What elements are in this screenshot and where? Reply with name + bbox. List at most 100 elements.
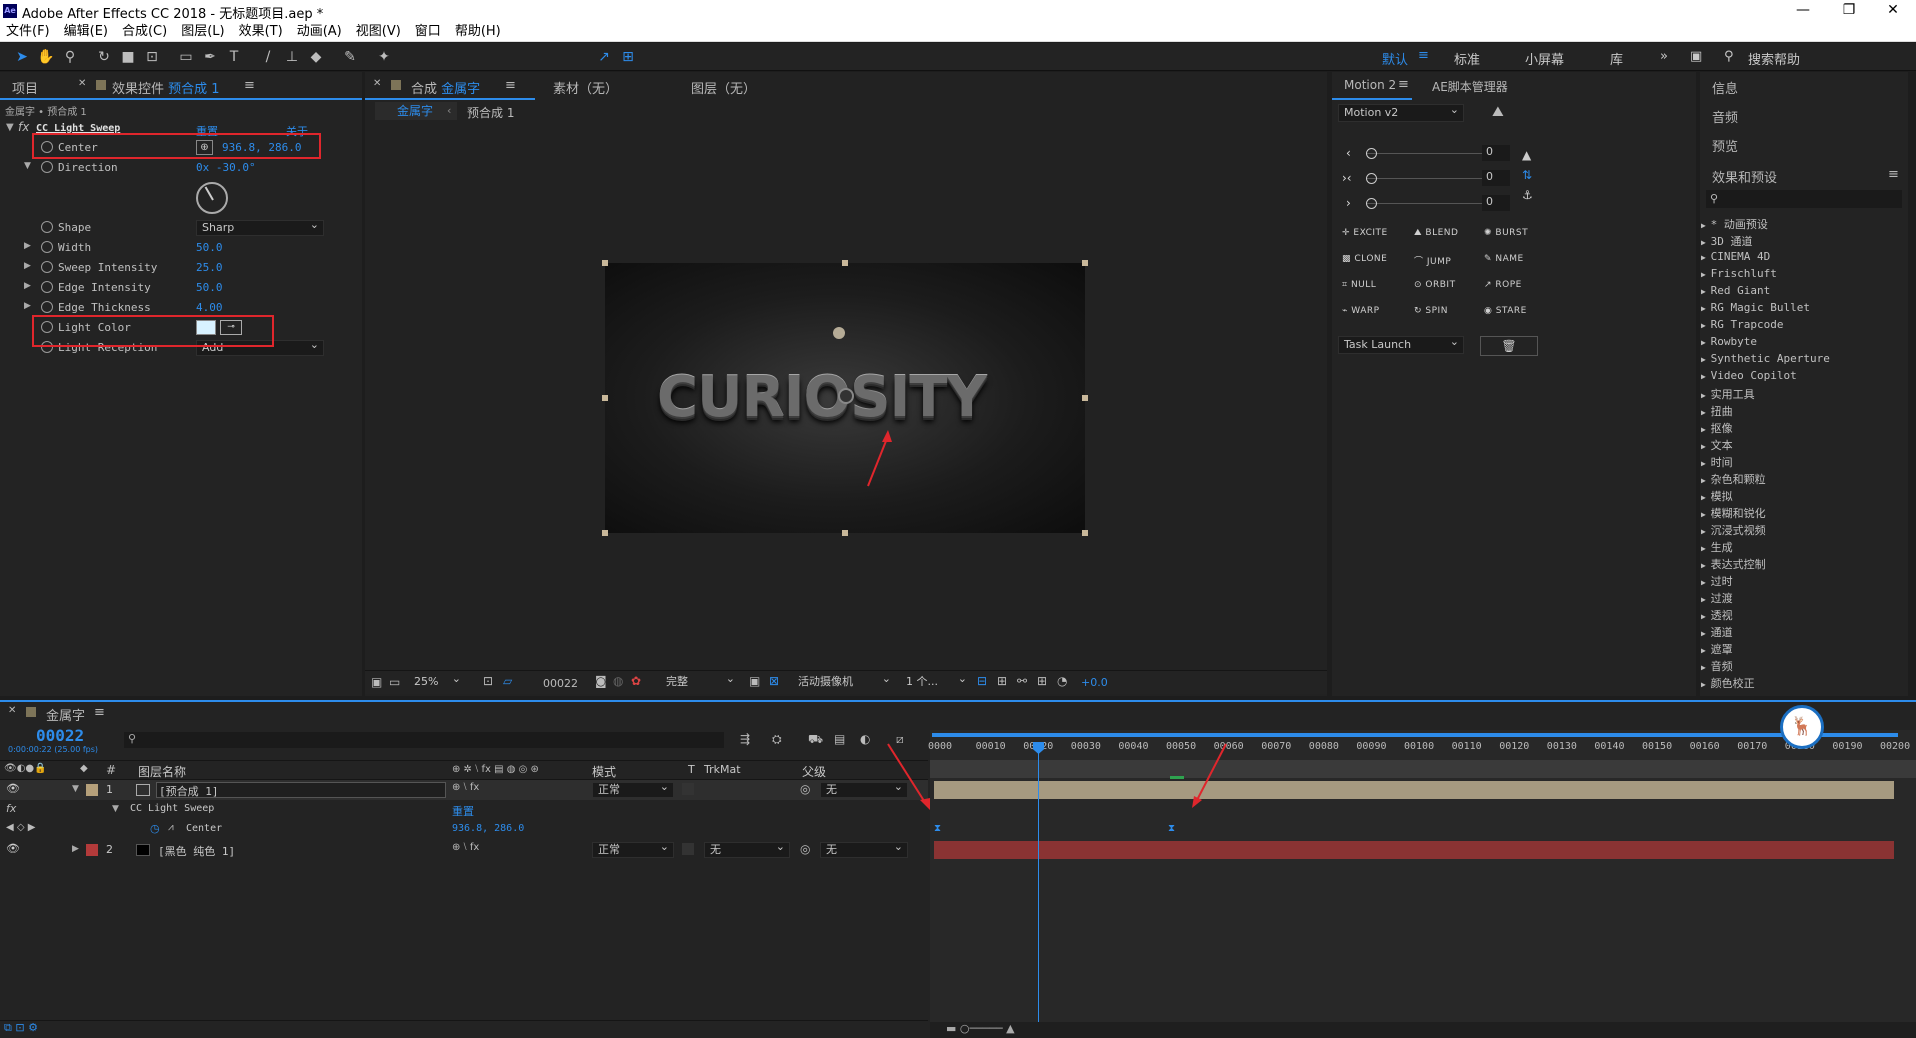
effects-category-item[interactable]: ▶ 过时 — [1701, 573, 1733, 589]
expand-icon[interactable]: ▶ — [1701, 372, 1711, 381]
effects-category-item[interactable]: ▶ 透视 — [1701, 607, 1733, 623]
camera-tool-icon[interactable]: ■ — [118, 47, 138, 67]
snapshot-icon[interactable]: ◙ — [595, 674, 607, 688]
panel-menu-icon[interactable]: ≡ — [244, 78, 255, 93]
workspace-default[interactable]: 默认 — [1382, 49, 1408, 68]
layer-row-2[interactable]: 👁 ▶ 2 [黑色 纯色 1] ⊕ ⧵ fx 正常 无 ◎ 无 — [0, 840, 928, 860]
channel-icon[interactable]: ✿ — [631, 674, 641, 688]
effects-category-item[interactable]: ▶ 表达式控制 — [1701, 556, 1766, 572]
name-button[interactable]: ✎ NAME — [1484, 254, 1524, 264]
rotate-tool-icon[interactable]: ↻ — [94, 47, 114, 67]
slider-knob[interactable] — [1366, 198, 1377, 209]
spin-button[interactable]: ↻ SPIN — [1414, 306, 1448, 316]
layer-switches[interactable]: ⊕ ⧵ fx — [452, 782, 479, 793]
effects-category-item[interactable]: ▶ 遮罩 — [1701, 641, 1733, 657]
expand-icon[interactable]: ▶ — [1701, 355, 1711, 364]
effects-category-item[interactable]: ▶ 文本 — [1701, 437, 1733, 453]
layer-name[interactable]: [黑色 纯色 1] — [158, 843, 235, 859]
effects-category-item[interactable]: ▶ * 动画预设 — [1701, 216, 1768, 232]
effect-row-name[interactable]: CC Light Sweep — [130, 803, 214, 814]
effects-category-item[interactable]: ▶ Frischluft — [1701, 267, 1777, 280]
pen-tool-icon[interactable]: ✒ — [200, 47, 220, 67]
expand-icon[interactable]: ▶ — [1701, 253, 1711, 262]
timeline-zoom-slider[interactable]: ▬ ○───── ▲ — [930, 1022, 1916, 1038]
comp-flowchart-icon[interactable]: ⊞ — [1037, 674, 1047, 688]
layer-1-duration-bar[interactable] — [934, 781, 1894, 799]
transform-handle[interactable] — [1082, 260, 1088, 266]
effects-category-item[interactable]: ▶ 过渡 — [1701, 590, 1733, 606]
effect-center-point[interactable] — [833, 327, 845, 339]
show-snapshot-icon[interactable]: ◍ — [613, 674, 623, 688]
menu-file[interactable]: 文件(F) — [6, 22, 50, 42]
toggle-grid-icon[interactable]: ⊠ — [769, 674, 779, 688]
fast-preview-icon[interactable]: ▣ — [749, 674, 760, 688]
timeline-icon[interactable]: ⚯ — [1017, 674, 1027, 688]
menu-effect[interactable]: 效果(T) — [239, 22, 283, 42]
frame-blending-icon[interactable]: ▤ — [834, 732, 845, 746]
effects-category-item[interactable]: ▶ 生成 — [1701, 539, 1733, 555]
keyframe-icon[interactable]: ⧗ — [934, 823, 941, 834]
stopwatch-icon[interactable] — [41, 241, 53, 253]
type-tool-icon[interactable]: T — [224, 47, 244, 67]
search-help-input[interactable]: 搜索帮助 — [1748, 49, 1800, 68]
panel-menu-icon[interactable]: ≡ — [505, 78, 516, 93]
clone-stamp-tool-icon[interactable]: ⊥ — [282, 47, 302, 67]
expand-icon[interactable]: ▼ — [72, 784, 79, 794]
transform-handle[interactable] — [602, 260, 608, 266]
expand-icon[interactable]: ▶ — [1701, 578, 1711, 587]
blend-button[interactable]: ⛰ BLEND — [1414, 228, 1458, 238]
tab-timeline-comp[interactable]: 金属字 — [46, 705, 85, 724]
slider-value[interactable]: 0 — [1482, 195, 1510, 211]
expand-icon[interactable]: ▶ — [1701, 459, 1711, 468]
menu-layer[interactable]: 图层(L) — [181, 22, 224, 42]
center-prop-value[interactable]: 936.8, 286.0 — [452, 823, 524, 834]
transform-handle[interactable] — [1082, 395, 1088, 401]
excite-button[interactable]: ✛ EXCITE — [1342, 228, 1388, 238]
panel-menu-icon[interactable]: ≡ — [1888, 167, 1899, 182]
expand-icon[interactable]: ▶ — [1701, 238, 1711, 247]
rocket-icon[interactable]: ▲ — [1522, 148, 1531, 162]
tab-effect-controls[interactable]: 效果控件 预合成 1 — [112, 78, 220, 97]
tab-composition[interactable]: 合成 金属字 — [411, 78, 480, 97]
panel-preview[interactable]: 预览 — [1712, 136, 1738, 155]
tab-footage[interactable]: 素材（无） — [553, 78, 618, 97]
fx-icon[interactable]: fx — [18, 120, 29, 134]
panel-audio[interactable]: 音频 — [1712, 107, 1738, 126]
keyframe-icon[interactable]: ⧗ — [1168, 823, 1175, 834]
warp-button[interactable]: ⌁ WARP — [1342, 306, 1380, 316]
effect-expand-icon[interactable]: ▼ — [6, 122, 14, 133]
exposure-value[interactable]: +0.0 — [1081, 676, 1108, 689]
fx-icon[interactable]: fx — [6, 802, 16, 815]
link-icon[interactable]: ⇅ — [1522, 168, 1532, 182]
expand-icon[interactable]: ▶ — [1701, 476, 1711, 485]
expand-icon[interactable]: ▶ — [72, 844, 79, 854]
menu-animation[interactable]: 动画(A) — [297, 22, 342, 42]
layer-trkmat-dropdown[interactable]: 无 — [704, 840, 790, 858]
visibility-eye-icon[interactable]: 👁 — [6, 842, 20, 855]
effects-category-item[interactable]: ▶ RG Trapcode — [1701, 318, 1784, 331]
selection-tool-icon[interactable]: ➤ — [12, 47, 32, 67]
layer-search-input[interactable]: ⚲ — [124, 732, 724, 748]
effects-category-item[interactable]: ▶ 沉浸式视频 — [1701, 522, 1766, 538]
clone-button[interactable]: ▩ CLONE — [1342, 254, 1387, 264]
slider-value[interactable]: 0 — [1482, 170, 1510, 186]
task-launch-dropdown[interactable]: Task Launch — [1338, 334, 1464, 354]
prop-value[interactable]: 4.00 — [196, 301, 223, 314]
expand-icon[interactable]: ▶ — [1701, 629, 1711, 638]
effects-category-item[interactable]: ▶ 实用工具 — [1701, 386, 1755, 402]
expand-icon[interactable]: ▶ — [1701, 510, 1711, 519]
expand-icon[interactable]: ▶ — [1701, 527, 1711, 536]
close-icon[interactable]: ✕ — [1870, 2, 1916, 18]
visibility-eye-icon[interactable]: 👁 — [6, 782, 20, 795]
effects-category-item[interactable]: ▶ 杂色和颗粒 — [1701, 471, 1766, 487]
camera-dropdown[interactable]: 活动摄像机 — [793, 672, 895, 691]
work-area-region[interactable] — [930, 760, 1916, 778]
col-trkmat[interactable]: TrkMat — [704, 763, 741, 776]
brush-tool-icon[interactable]: / — [258, 47, 278, 67]
monitor-icon[interactable]: ▭ — [389, 675, 400, 689]
effects-category-item[interactable]: ▶ Rowbyte — [1701, 335, 1757, 348]
prop-value[interactable]: 25.0 — [196, 261, 223, 274]
expand-icon[interactable]: ▶ — [1701, 391, 1711, 400]
graph-icon[interactable]: ⛰ — [1492, 104, 1504, 120]
workspace-standard[interactable]: 标准 — [1454, 49, 1480, 68]
